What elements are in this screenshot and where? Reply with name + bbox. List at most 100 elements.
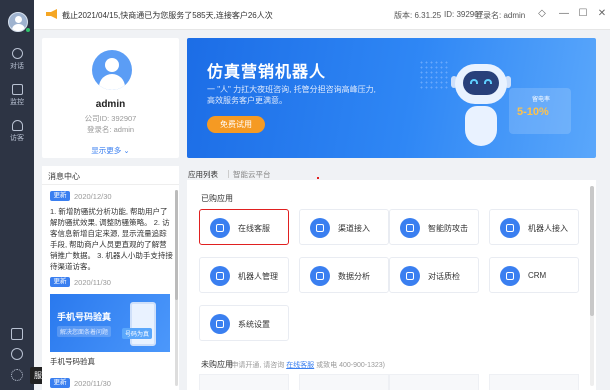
maximize-icon[interactable]: ☐ bbox=[577, 8, 589, 20]
promo-banner[interactable]: 仿真营销机器人 一 "人" 力扛大夜班咨询, 托管分担咨询高峰压力, 高效服务客… bbox=[187, 38, 596, 158]
message-text: 1. 新增防骚扰分析功能, 帮助用户了解防骚扰效果, 调整防骚策略。 2. 访客… bbox=[50, 207, 173, 271]
clock-icon[interactable] bbox=[11, 348, 23, 360]
robot-manage-icon bbox=[210, 266, 230, 286]
message-center-title: 消息中心 bbox=[48, 172, 80, 181]
app-robot-access[interactable]: 机器人接入 bbox=[489, 209, 579, 245]
account-text: 登录名: admin bbox=[475, 11, 526, 20]
app-label: 系统设置 bbox=[238, 320, 270, 329]
online-status-dot bbox=[25, 27, 31, 33]
fullscreen-icon[interactable]: ◇ bbox=[536, 8, 548, 20]
login-name: 登录名: admin bbox=[86, 125, 135, 134]
scrollbar[interactable] bbox=[175, 190, 178, 386]
app-label: 在线客服 bbox=[238, 224, 270, 233]
unpurchased-app-card[interactable] bbox=[389, 374, 479, 390]
channel-icon bbox=[310, 218, 330, 238]
app-system-settings[interactable]: 系统设置 bbox=[199, 305, 289, 341]
tab-separator bbox=[228, 170, 229, 178]
version-text: 版本: 6.31.25 bbox=[394, 11, 442, 20]
monitor-icon bbox=[11, 84, 23, 95]
purchased-apps-label: 已购应用 bbox=[201, 194, 233, 203]
chevron-down-icon: ⌄ bbox=[123, 146, 130, 155]
nav-item-label: 访客 bbox=[10, 135, 24, 142]
profile-avatar bbox=[92, 50, 132, 90]
nav-item-label: 对话 bbox=[10, 63, 24, 70]
settings-icon bbox=[210, 314, 230, 334]
nav-item-chat[interactable]: 对话 bbox=[0, 46, 34, 76]
app-label: 机器人接入 bbox=[528, 224, 568, 233]
app-quality-check[interactable]: 对话质检 bbox=[389, 257, 479, 293]
app-label: 机器人管理 bbox=[238, 272, 278, 281]
left-sidebar: 对话 监控 访客 bbox=[0, 0, 34, 390]
chart-icon bbox=[310, 266, 330, 286]
robot-eye-left bbox=[470, 79, 478, 84]
banner-title: 仿真营销机器人 bbox=[207, 64, 327, 81]
divider bbox=[42, 184, 179, 185]
phone-illustration bbox=[130, 302, 156, 346]
chat-icon bbox=[11, 48, 23, 59]
message-date: 2020/11/30 bbox=[74, 278, 111, 287]
shield-icon bbox=[400, 218, 420, 238]
app-label: 对话质检 bbox=[428, 272, 460, 281]
show-more-label: 显示更多 bbox=[91, 146, 122, 155]
profile-card: admin 公司ID: 392907 登录名: admin 显示更多 ⌄ bbox=[42, 38, 179, 158]
unpurchased-app-card[interactable] bbox=[299, 374, 389, 390]
app-label: 渠道接入 bbox=[338, 224, 370, 233]
close-icon[interactable]: ✕ bbox=[596, 8, 608, 20]
rate-value: 5-10% bbox=[517, 106, 549, 118]
unpurchased-app-card[interactable] bbox=[489, 374, 579, 390]
show-more-link[interactable]: 显示更多 ⌄ bbox=[42, 145, 179, 156]
banner-desc-2: 高效服务客户更满意。 bbox=[207, 96, 287, 105]
note-suffix: 或致电 400-900-1323) bbox=[316, 362, 386, 369]
minimize-icon[interactable]: — bbox=[558, 8, 570, 20]
unpurchased-app-card[interactable] bbox=[199, 374, 289, 390]
robot-icon bbox=[500, 218, 520, 238]
megaphone-icon bbox=[46, 9, 57, 19]
message-caption[interactable]: 手机号码验真 bbox=[50, 356, 95, 367]
nav-item-label: 监控 bbox=[10, 99, 24, 106]
message-image[interactable]: 手机号码验真 解决您面条着问题 号码为真 bbox=[50, 294, 170, 352]
tab-app-list[interactable]: 应用列表 bbox=[188, 169, 218, 180]
update-badge: 更新 bbox=[50, 191, 70, 201]
online-service-link[interactable]: 在线客服 bbox=[286, 362, 314, 369]
app-label: 数据分析 bbox=[338, 272, 370, 281]
banner-desc-1: 一 "人" 力扛大夜班咨询, 托管分担咨询高峰压力, bbox=[207, 85, 376, 94]
robot-body bbox=[465, 106, 497, 146]
update-badge: 更新 bbox=[50, 277, 70, 287]
quality-icon bbox=[400, 266, 420, 286]
app-label: 智能防攻击 bbox=[428, 224, 468, 233]
top-bar: 截止2021/04/15,快商通已为您服务了585天,连接客户26人次 版本: … bbox=[34, 0, 610, 30]
note-prefix: (申请开通, 请咨询 bbox=[229, 362, 285, 369]
app-label: CRM bbox=[528, 271, 547, 280]
rate-label: 留电率 bbox=[532, 97, 551, 103]
message-image-title: 手机号码验真 bbox=[57, 312, 112, 322]
message-date: 2020/12/30 bbox=[74, 192, 112, 201]
gear-icon[interactable] bbox=[11, 369, 23, 381]
free-trial-button[interactable]: 免费试用 bbox=[207, 116, 265, 133]
message-date: 2020/11/30 bbox=[74, 379, 111, 388]
app-tabs: 应用列表 智能云平台 bbox=[187, 166, 596, 180]
message-image-button: 号码为真 bbox=[122, 328, 153, 339]
nav-item-visitor[interactable]: 访客 bbox=[0, 118, 34, 148]
app-online-service[interactable]: 在线客服 bbox=[199, 209, 289, 245]
unpurchased-note: (申请开通, 请咨询 在线客服 或致电 400-900-1323) bbox=[229, 360, 385, 370]
app-robot-manage[interactable]: 机器人管理 bbox=[199, 257, 289, 293]
customer-service-icon bbox=[210, 218, 230, 238]
nav-item-monitor[interactable]: 监控 bbox=[0, 82, 34, 112]
screen-icon[interactable] bbox=[11, 328, 23, 340]
app-crm[interactable]: CRM bbox=[489, 257, 579, 293]
app-scrollbar[interactable] bbox=[590, 186, 594, 386]
app-section: 应用列表 智能云平台 已购应用 在线客服 渠道接入 智能防攻击 机器人接入 机器… bbox=[187, 166, 596, 390]
robot-face bbox=[463, 71, 499, 95]
message-center: 消息中心 更新 2020/12/30 1. 新增防骚扰分析功能, 帮助用户了解防… bbox=[42, 166, 179, 390]
tab-cloud-platform[interactable]: 智能云平台 bbox=[233, 169, 271, 180]
company-id: 公司ID: 392907 bbox=[84, 114, 137, 123]
service-notice: 截止2021/04/15,快商通已为您服务了585天,连接客户26人次 bbox=[62, 11, 273, 20]
crm-icon bbox=[500, 266, 520, 286]
robot-eye-right bbox=[484, 79, 492, 84]
app-anti-attack[interactable]: 智能防攻击 bbox=[389, 209, 479, 245]
message-image-subtitle: 解决您面条着问题 bbox=[57, 326, 112, 337]
app-channel-access[interactable]: 渠道接入 bbox=[299, 209, 389, 245]
dot-pattern bbox=[419, 60, 449, 90]
app-data-analysis[interactable]: 数据分析 bbox=[299, 257, 389, 293]
profile-name: admin bbox=[95, 99, 126, 110]
